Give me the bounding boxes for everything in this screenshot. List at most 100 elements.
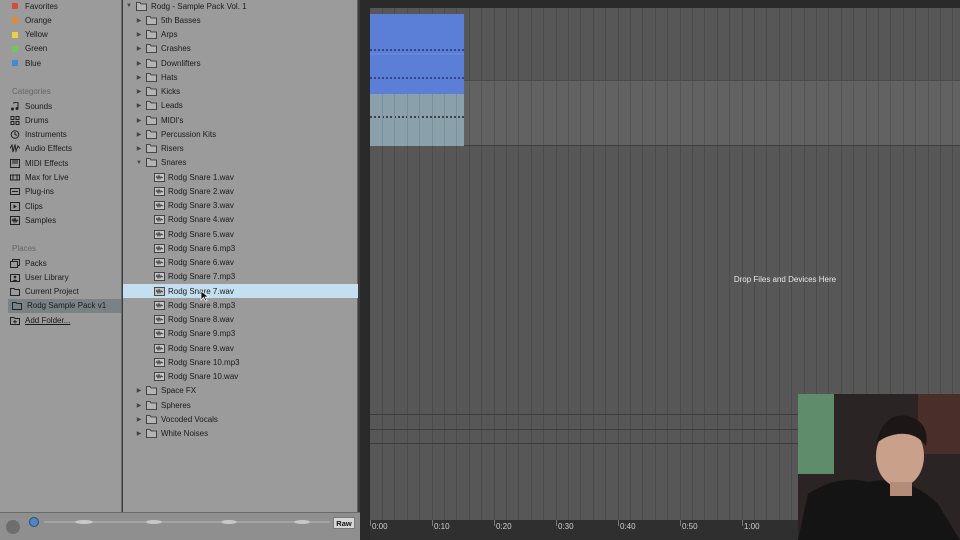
audio-file-icon	[154, 201, 165, 210]
browser-file[interactable]: Rodg Snare 3.wav	[123, 199, 358, 213]
browser-folder[interactable]: ▶ Percussion Kits	[123, 127, 358, 141]
sidebar-item-max-for-live[interactable]: Max for Live	[10, 171, 69, 185]
browser-folder[interactable]: ▶ White Noises	[123, 427, 358, 441]
raw-button[interactable]: Raw	[333, 517, 355, 529]
sidebar-item-current-project[interactable]: Current Project	[10, 285, 79, 299]
sidebar-item-label: Packs	[25, 258, 47, 268]
disclosure-closed-icon[interactable]: ▶	[135, 145, 143, 153]
browser-folder[interactable]: ▶ Kicks	[123, 85, 358, 99]
disclosure-closed-icon[interactable]: ▶	[135, 430, 143, 438]
preview-toggle-button[interactable]	[29, 517, 39, 527]
disclosure-open-icon[interactable]: ▼	[135, 159, 143, 167]
folder-icon	[146, 15, 157, 25]
color-tag-icon	[12, 60, 18, 67]
sidebar-item-yellow[interactable]: Yellow	[10, 28, 48, 42]
browser-file[interactable]: Rodg Snare 7.mp3	[123, 270, 358, 284]
browser-folder[interactable]: ▶ Crashes	[123, 42, 358, 56]
disclosure-closed-icon[interactable]: ▶	[135, 45, 143, 53]
sidebar-item-label: Audio Effects	[25, 144, 72, 154]
grid-line	[654, 81, 656, 145]
disclosure-closed-icon[interactable]: ▶	[135, 88, 143, 96]
disclosure-closed-icon[interactable]: ▶	[135, 73, 143, 81]
grid-line	[642, 81, 644, 145]
disclosure-closed-icon[interactable]: ▶	[135, 102, 143, 110]
disclosure-closed-icon[interactable]: ▶	[135, 116, 143, 124]
live-logo-icon[interactable]	[6, 520, 20, 534]
browser-folder[interactable]: ▶ Vocoded Vocals	[123, 412, 358, 426]
sidebar-item-blue[interactable]: Blue	[10, 56, 41, 70]
audio-file-icon	[154, 172, 165, 182]
browser-folder[interactable]: ▶ Risers	[123, 142, 358, 156]
grid-line	[580, 81, 582, 145]
sidebar-item-drums[interactable]: Drums	[10, 113, 49, 127]
disclosure-closed-icon[interactable]: ▶	[135, 130, 143, 138]
mouse-cursor-icon	[200, 290, 210, 302]
browser-folder[interactable]: ▶ Space FX	[123, 384, 358, 398]
sidebar-item-midi-effects[interactable]: MIDI Effects	[10, 156, 68, 170]
file-browser: ▼ Rodg - Sample Pack Vol. 1 ▶ 5th Basses ▶ Ar…	[123, 0, 358, 512]
disclosure-open-icon[interactable]: ▼	[125, 2, 133, 10]
sidebar-item-sounds[interactable]: Sounds	[10, 99, 52, 113]
sidebar-item-green[interactable]: Green	[10, 42, 47, 56]
sidebar-item-favorites[interactable]: Favorites	[10, 0, 58, 13]
audio-clip-grey[interactable]	[370, 94, 464, 146]
browser-folder-open[interactable]: ▼ Snares	[123, 156, 358, 170]
sidebar-item-samples[interactable]: Samples	[10, 213, 56, 227]
file-name: Rodg Snare 1.wav	[168, 172, 234, 182]
grid-line	[679, 81, 681, 145]
grid-line	[468, 81, 470, 145]
browser-folder[interactable]: ▶ Leads	[123, 99, 358, 113]
browser-file[interactable]: Rodg Snare 4.wav	[123, 213, 358, 227]
sidebar-item-user-library[interactable]: User Library	[10, 270, 69, 284]
sidebar-item-rodg-sample-pack-v1[interactable]: Rodg Sample Pack v1	[8, 298, 121, 313]
folder-icon	[146, 386, 157, 396]
sidebar-item-audio-effects[interactable]: Audio Effects	[10, 142, 72, 156]
browser-file[interactable]: Rodg Snare 10.mp3	[123, 355, 358, 369]
browser-file[interactable]: Rodg Snare 9.mp3	[123, 327, 358, 341]
sidebar-item-label: Orange	[25, 15, 52, 25]
grid-line	[518, 81, 520, 145]
grid-line	[431, 94, 433, 146]
preview-waveform[interactable]	[44, 517, 330, 527]
sidebar-item-instruments[interactable]: Instruments	[10, 128, 67, 142]
folder-icon	[146, 414, 157, 424]
grid-line	[419, 94, 421, 146]
browser-file[interactable]: Rodg Snare 10.wav	[123, 370, 358, 384]
disclosure-closed-icon[interactable]: ▶	[135, 31, 143, 39]
disclosure-closed-icon[interactable]: ▶	[135, 415, 143, 423]
browser-folder[interactable]: ▶ 5th Basses	[123, 13, 358, 27]
sidebar-item-orange[interactable]: Orange	[10, 13, 52, 27]
audio-clip-blue[interactable]	[370, 14, 464, 94]
browser-folder[interactable]: ▶ Downlifters	[123, 56, 358, 70]
browser-folder[interactable]: ▶ Arps	[123, 28, 358, 42]
instrument-clock-icon	[10, 130, 20, 139]
sidebar-item-label: Max for Live	[25, 173, 69, 182]
browser-folder[interactable]: ▶ Hats	[123, 70, 358, 84]
disclosure-closed-icon[interactable]: ▶	[135, 401, 143, 409]
audio-file-icon	[154, 215, 165, 225]
browser-folder[interactable]: ▶ MIDI's	[123, 113, 358, 127]
browser-file[interactable]: Rodg Snare 1.wav	[123, 170, 358, 184]
file-name: Rodg Snare 6.wav	[168, 258, 234, 267]
ruler-time-label: 0:40	[618, 520, 636, 531]
browser-file[interactable]: Rodg Snare 2.wav	[123, 184, 358, 198]
browser-file[interactable]: Rodg Snare 7.wav	[123, 284, 358, 298]
grid-line	[568, 81, 569, 145]
folder-name: Rodg - Sample Pack Vol. 1	[151, 1, 247, 11]
disclosure-closed-icon[interactable]: ▶	[135, 59, 143, 67]
disclosure-closed-icon[interactable]: ▶	[135, 387, 143, 395]
sidebar-item-clips[interactable]: Clips	[10, 199, 43, 213]
browser-file[interactable]: Rodg Snare 5.wav	[123, 227, 358, 241]
sidebar-item-packs[interactable]: Packs	[10, 256, 47, 270]
sidebar-item-plug-ins[interactable]: Plug-ins	[10, 185, 54, 199]
disclosure-closed-icon[interactable]: ▶	[135, 16, 143, 24]
browser-root-folder[interactable]: ▼ Rodg - Sample Pack Vol. 1	[123, 0, 358, 13]
browser-file[interactable]: Rodg Snare 6.wav	[123, 256, 358, 270]
browser-file[interactable]: Rodg Snare 6.mp3	[123, 241, 358, 255]
browser-folder[interactable]: ▶ Spheres	[123, 398, 358, 412]
browser-file[interactable]: Rodg Snare 9.wav	[123, 341, 358, 355]
browser-file[interactable]: Rodg Snare 8.wav	[123, 313, 358, 327]
browser-file[interactable]: Rodg Snare 8.mp3	[123, 298, 358, 312]
sidebar-item-add-folder[interactable]: Add Folder...	[10, 313, 70, 327]
sidebar-item-label: Current Project	[25, 287, 79, 297]
